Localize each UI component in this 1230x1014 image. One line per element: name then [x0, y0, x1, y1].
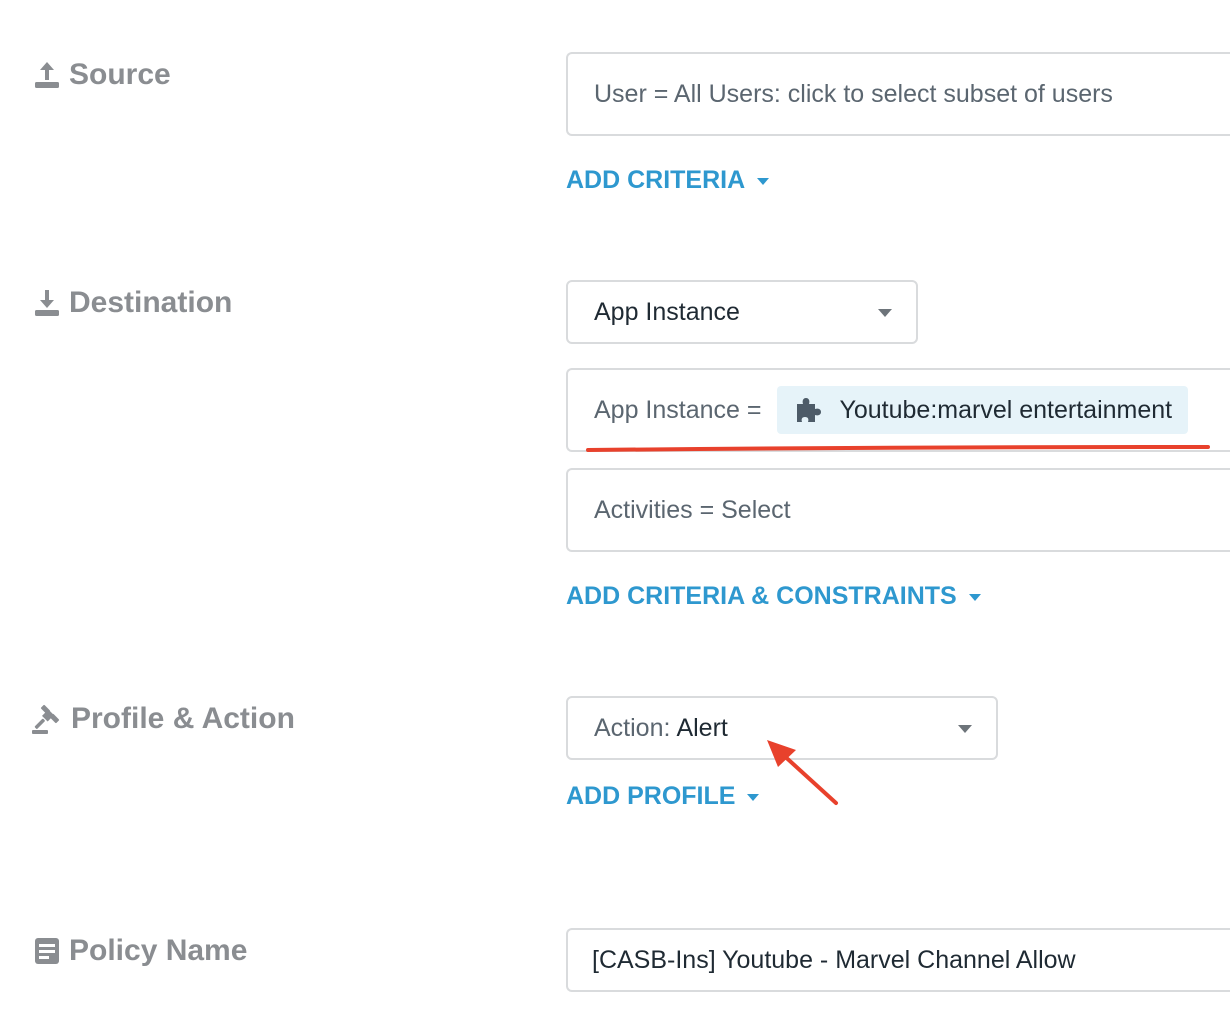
action-prefix: Action:	[594, 713, 671, 742]
app-instance-prefix: App Instance =	[594, 395, 762, 424]
source-section-label: Source	[34, 58, 171, 92]
user-criteria-text: User = All Users: click to select subset…	[594, 79, 1113, 108]
source-label: Source	[69, 58, 171, 91]
profile-action-section-label: Profile & Action	[32, 702, 295, 736]
action-select[interactable]: Action: Alert	[566, 696, 998, 760]
document-icon	[35, 938, 59, 964]
app-instance-chip[interactable]: Youtube:marvel entertainment	[777, 386, 1189, 434]
caret-down-icon	[757, 178, 770, 185]
add-criteria-button[interactable]: ADD CRITERIA	[566, 166, 770, 195]
activities-text: Activities = Select	[594, 495, 791, 524]
caret-down-icon	[968, 594, 981, 601]
add-profile-label: ADD PROFILE	[566, 782, 736, 810]
add-criteria-label: ADD CRITERIA	[566, 166, 746, 194]
user-criteria-field[interactable]: User = All Users: click to select subset…	[566, 52, 1230, 136]
destination-section-label: Destination	[34, 286, 232, 320]
destination-type-select[interactable]: App Instance	[566, 280, 918, 344]
destination-type-value: App Instance	[594, 297, 740, 326]
upload-icon	[35, 62, 59, 88]
add-profile-button[interactable]: ADD PROFILE	[566, 782, 760, 811]
policy-name-value: [CASB-Ins] Youtube - Marvel Channel Allo…	[592, 945, 1076, 974]
activities-field[interactable]: Activities = Select	[566, 468, 1230, 552]
add-criteria-constraints-label: ADD CRITERIA & CONSTRAINTS	[566, 582, 957, 610]
puzzle-icon	[797, 398, 822, 422]
app-instance-field[interactable]: App Instance = Youtube:marvel entertainm…	[566, 368, 1230, 452]
download-icon	[35, 290, 59, 316]
destination-label: Destination	[69, 286, 233, 319]
chevron-down-icon	[958, 725, 972, 733]
caret-down-icon	[747, 794, 760, 801]
action-value: Alert	[676, 713, 728, 742]
add-criteria-constraints-button[interactable]: ADD CRITERIA & CONSTRAINTS	[566, 582, 981, 611]
policy-name-input[interactable]: [CASB-Ins] Youtube - Marvel Channel Allo…	[566, 928, 1230, 992]
chevron-down-icon	[878, 309, 892, 317]
gavel-icon	[32, 704, 60, 734]
policy-name-label: Policy Name	[69, 934, 248, 967]
app-instance-chip-label: Youtube:marvel entertainment	[839, 395, 1173, 424]
policy-name-section-label: Policy Name	[34, 934, 247, 968]
profile-action-label: Profile & Action	[71, 702, 295, 735]
